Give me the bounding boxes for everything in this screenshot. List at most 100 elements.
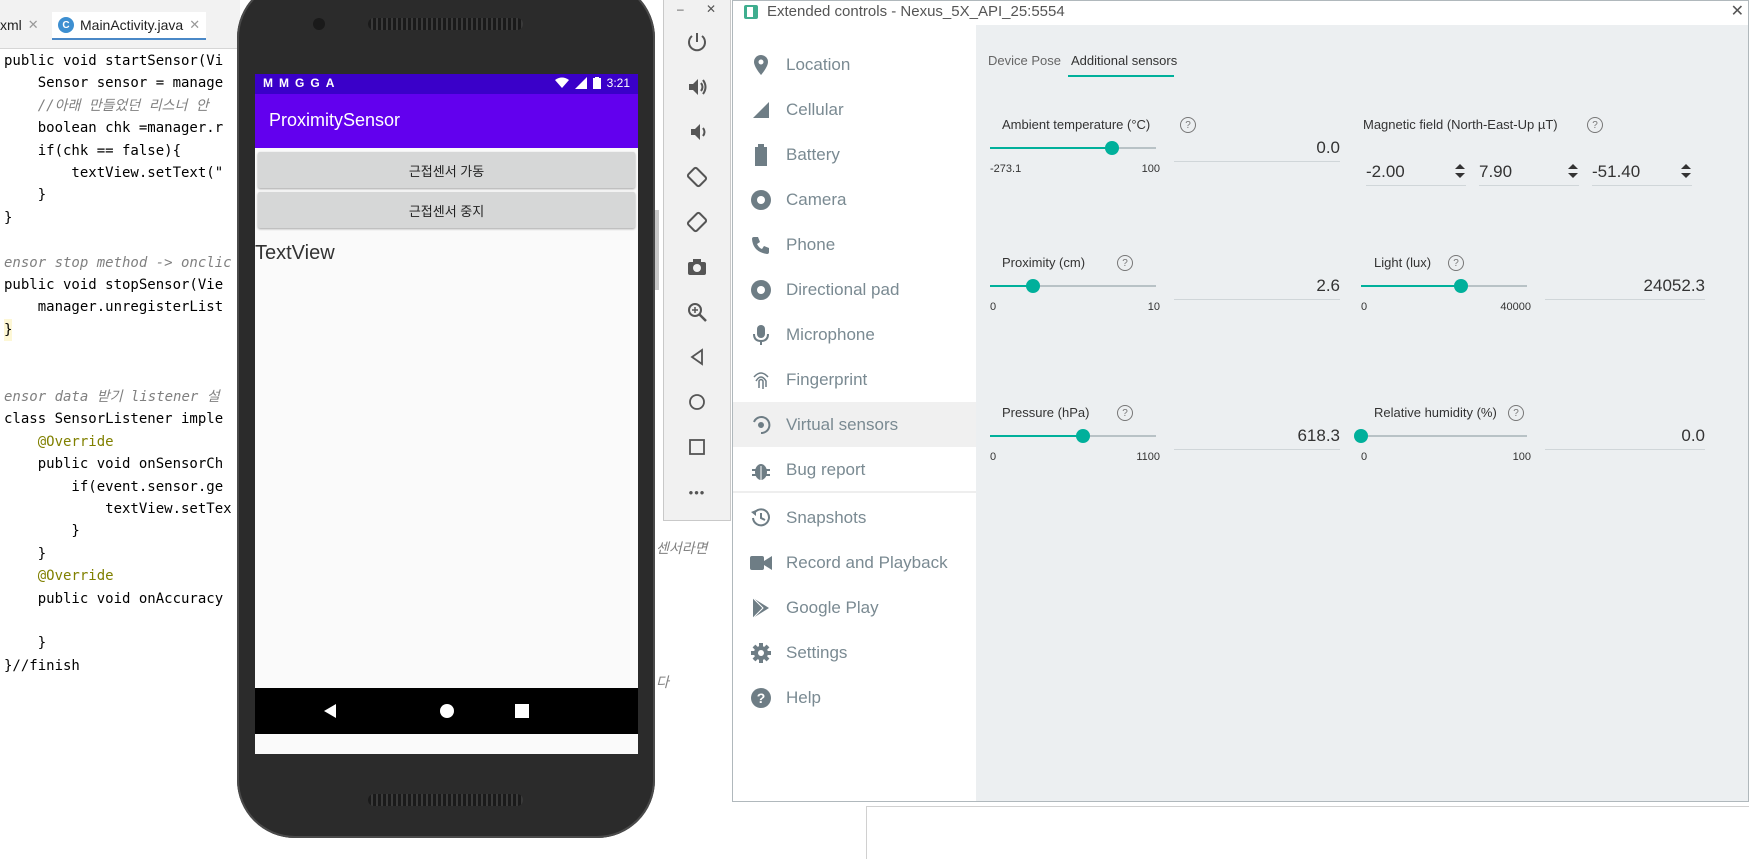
sidebar-item-label: Phone	[786, 234, 836, 254]
overview-icon[interactable]	[682, 432, 712, 462]
help-icon[interactable]: ?	[1448, 255, 1464, 271]
home-icon[interactable]	[435, 699, 459, 723]
camera-icon	[749, 188, 773, 212]
slider-thumb[interactable]	[1354, 429, 1368, 443]
pressure-value[interactable]: 618.3	[1174, 423, 1340, 450]
close-icon[interactable]: ✕	[1731, 1, 1744, 21]
tab-device-pose[interactable]: Device Pose	[988, 53, 1061, 68]
help-icon[interactable]: ?	[1508, 405, 1524, 421]
ambient-temperature-slider[interactable]	[990, 141, 1156, 155]
more-icon[interactable]: •••	[682, 477, 712, 507]
app-icon	[744, 5, 758, 19]
slider-min: -273.1	[990, 163, 1022, 175]
sidebar-item-dpad[interactable]: Directional pad	[733, 267, 976, 312]
sidebar-item-snapshots[interactable]: Snapshots	[733, 495, 976, 540]
zoom-icon[interactable]	[682, 297, 712, 327]
humidity-slider[interactable]	[1354, 429, 1527, 443]
volume-down-icon[interactable]	[682, 117, 712, 147]
back-icon[interactable]	[682, 342, 712, 372]
sensor-label: Proximity (cm)	[1002, 255, 1086, 270]
signal-icon	[574, 77, 587, 89]
light-slider[interactable]	[1361, 279, 1527, 293]
tab-mainactivity[interactable]: C MainActivity.java ✕	[52, 12, 207, 40]
overview-icon[interactable]	[510, 699, 534, 723]
slider-thumb[interactable]	[1105, 141, 1119, 155]
slider-min: 0	[1361, 451, 1368, 463]
sidebar-item-label: Microphone	[786, 324, 875, 344]
tab-additional-sensors[interactable]: Additional sensors	[1071, 53, 1177, 68]
pressure-sensor: Pressure (hPa) ? 0 1100 618.3	[990, 405, 1360, 525]
power-icon[interactable]	[682, 27, 712, 57]
sidebar: Location Cellular Battery Camera Phone D…	[733, 25, 976, 801]
sidebar-item-label: Google Play	[786, 597, 879, 617]
spinner-icon[interactable]	[1454, 161, 1466, 181]
volume-up-icon[interactable]	[682, 72, 712, 102]
sidebar-item-settings[interactable]: Settings	[733, 630, 976, 675]
sidebar-item-label: Battery	[786, 144, 840, 164]
sidebar-item-google-play[interactable]: Google Play	[733, 585, 976, 630]
code-line: @Override	[4, 433, 114, 450]
sidebar-item-microphone[interactable]: Microphone	[733, 312, 976, 357]
sidebar-item-record[interactable]: Record and Playback	[733, 540, 976, 585]
magnetic-x-field[interactable]: -2.00	[1366, 159, 1466, 186]
sidebar-item-fingerprint[interactable]: Fingerprint	[733, 357, 976, 402]
sidebar-item-phone[interactable]: Phone	[733, 222, 976, 267]
sidebar-item-virtual-sensors[interactable]: Virtual sensors	[733, 402, 976, 447]
close-icon[interactable]: ✕	[28, 17, 39, 33]
home-icon[interactable]	[682, 387, 712, 417]
extended-controls-window: Extended controls - Nexus_5X_API_25:5554…	[732, 0, 1749, 802]
humidity-value[interactable]: 0.0	[1545, 423, 1705, 450]
help-icon: ?	[749, 686, 773, 710]
camera-screenshot-icon[interactable]	[682, 252, 712, 282]
light-value[interactable]: 24052.3	[1545, 273, 1705, 300]
code-line: textView.setTex	[4, 501, 232, 517]
app-title: ProximitySensor	[269, 110, 401, 130]
spinner-icon[interactable]	[1567, 161, 1579, 181]
sidebar-item-label: Fingerprint	[786, 369, 868, 389]
rotate-right-icon[interactable]	[682, 207, 712, 237]
sidebar-item-bug-report[interactable]: Bug report	[733, 447, 976, 492]
slider-max: 1100	[1136, 451, 1160, 463]
help-icon[interactable]: ?	[1587, 117, 1603, 133]
magnetic-y-field[interactable]: 7.90	[1479, 159, 1579, 186]
slider-thumb[interactable]	[1454, 279, 1468, 293]
slider-max: 10	[1147, 301, 1160, 313]
sidebar-item-help[interactable]: ? Help	[733, 675, 976, 720]
fingerprint-icon	[749, 368, 773, 392]
phone-icon	[749, 233, 773, 257]
magnetic-x-value: -2.00	[1366, 162, 1405, 181]
close-icon[interactable]: ✕	[189, 17, 200, 33]
pressure-slider[interactable]	[990, 429, 1156, 443]
help-icon[interactable]: ?	[1117, 405, 1133, 421]
rotate-left-icon[interactable]	[682, 162, 712, 192]
back-icon[interactable]	[318, 699, 342, 723]
phone-screen[interactable]: M M G G A 3:21 ProximitySensor 근접센서 가동 근…	[255, 74, 638, 754]
sensor-label: Magnetic field (North-East-Up µT)	[1363, 117, 1558, 132]
sidebar-item-camera[interactable]: Camera	[733, 177, 976, 222]
close-button[interactable]: ✕	[706, 2, 716, 16]
code-line: class SensorListener imple	[4, 411, 224, 428]
minimize-button[interactable]: –	[677, 2, 684, 16]
a-icon: A	[325, 76, 335, 90]
start-sensor-button[interactable]: 근접센서 가동	[258, 152, 635, 188]
code-line: manager.unregisterList	[4, 299, 224, 316]
proximity-slider[interactable]	[990, 279, 1156, 293]
slider-max: 100	[1512, 451, 1531, 463]
slider-max: 40000	[1500, 301, 1531, 313]
sidebar-item-location[interactable]: Location	[733, 42, 976, 87]
ambient-temperature-value[interactable]: 0.0	[1174, 135, 1340, 162]
light-sensor: Light (lux) ? 0 40000 24052.3	[1361, 255, 1731, 375]
slider-thumb[interactable]	[1076, 429, 1090, 443]
magnetic-z-field[interactable]: -51.40	[1592, 159, 1692, 186]
stop-sensor-button[interactable]: 근접센서 중지	[258, 192, 635, 228]
sidebar-item-battery[interactable]: Battery	[733, 132, 976, 177]
sidebar-item-cellular[interactable]: Cellular	[733, 87, 976, 132]
slider-thumb[interactable]	[1026, 279, 1040, 293]
spinner-icon[interactable]	[1680, 161, 1692, 181]
proximity-value[interactable]: 2.6	[1174, 273, 1340, 300]
help-icon[interactable]: ?	[1117, 255, 1133, 271]
tab-xml[interactable]: xml ✕	[0, 12, 39, 38]
snapshots-icon	[749, 506, 773, 530]
google-icon: G	[310, 76, 320, 90]
help-icon[interactable]: ?	[1180, 117, 1196, 133]
